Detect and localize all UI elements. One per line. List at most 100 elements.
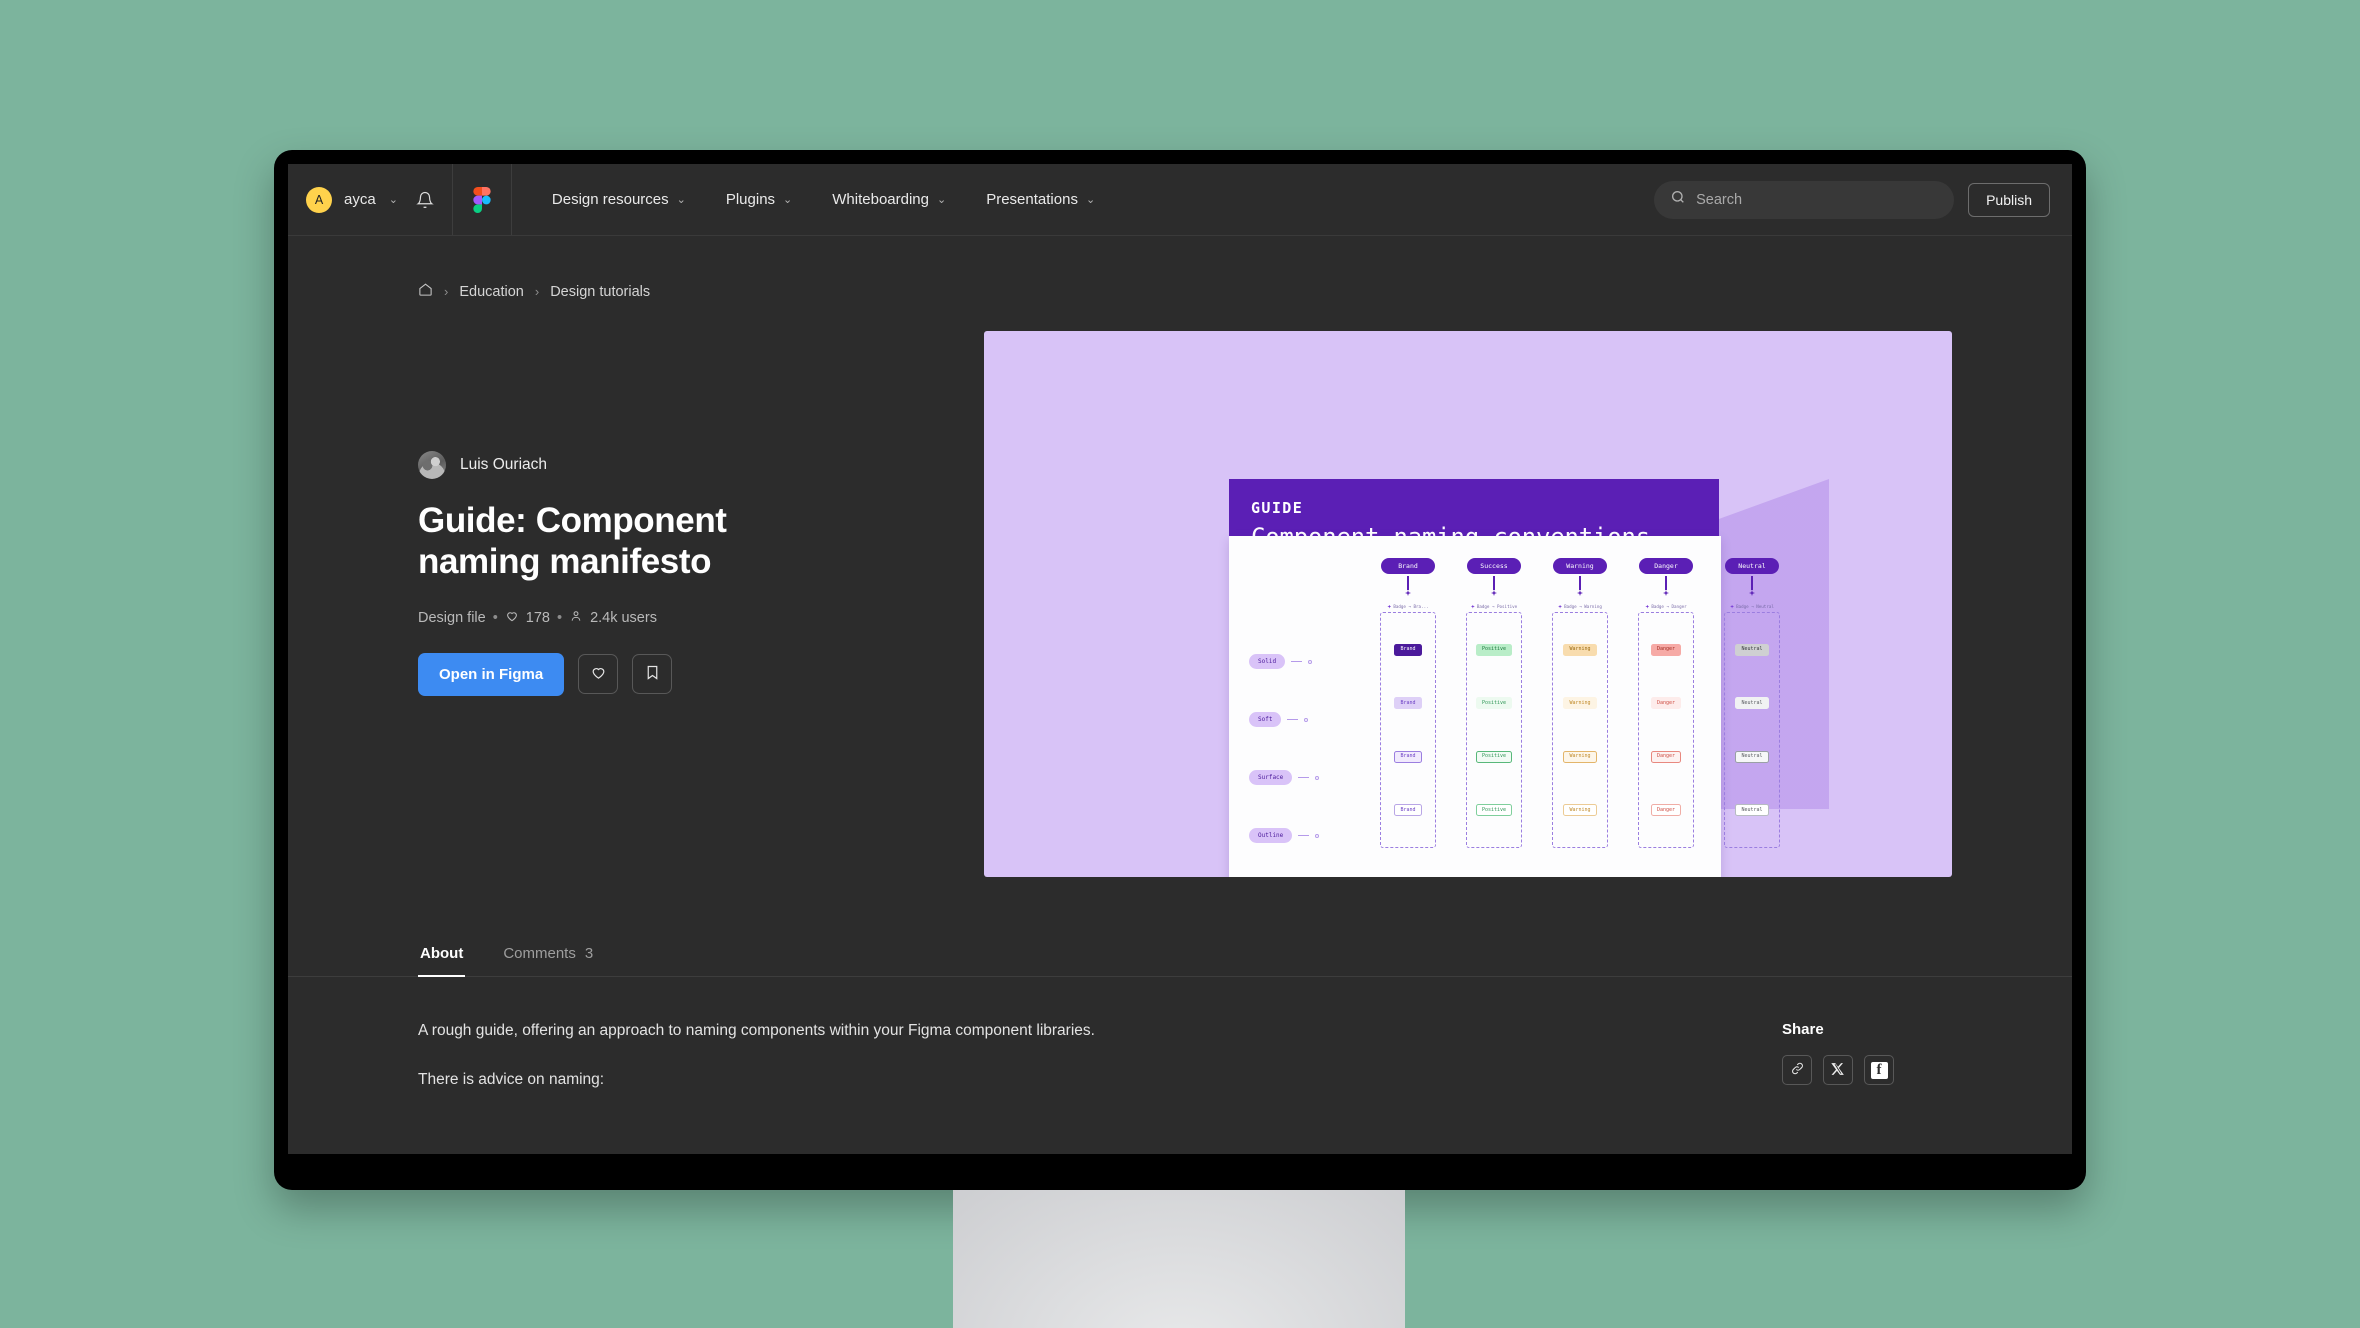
badge-chip: Positive [1475,750,1513,763]
open-in-figma-button[interactable]: Open in Figma [418,652,565,696]
publish-button[interactable]: Publish [1968,182,2050,217]
nav-item-presentations[interactable]: Presentations ⌄ [966,181,1115,218]
row-label-text: Surface [1249,770,1293,785]
connector-endpoint [1304,717,1309,722]
row-label: Soft [1249,712,1319,727]
nav-item-label: Presentations [986,191,1078,208]
bell-icon[interactable] [416,191,434,209]
home-icon[interactable] [418,282,433,301]
badge-chip: Brand [1394,643,1422,656]
connector-line [1665,576,1667,590]
nav-item-design-resources[interactable]: Design resources ⌄ [532,181,706,218]
screen: A ayca ⌄ Design resources ⌄ Plugins ⌄ Wh… [288,164,2072,1154]
tab-about[interactable]: About [418,933,466,977]
breadcrumb-item-education[interactable]: Education [459,284,524,300]
column-pill: Success [1467,558,1521,574]
about-paragraph: There is advice on naming: [418,1071,605,1089]
badge-chip: Danger [1650,804,1682,817]
search-placeholder: Search [1696,191,1743,208]
diagram-column: Warning Badge → Warning Warning Warning Warn… [1551,558,1609,848]
diagram-sheet: Solid Soft Surface Outline Brand Badge →… [1229,536,1780,877]
heart-icon [590,664,607,684]
naming-diagram: Solid Soft Surface Outline Brand Badge →… [1229,536,1780,877]
user-icon [569,609,583,627]
badge-chip: Warning [1563,643,1597,656]
diagram-column: Success Badge → Positive Positive Positive P… [1465,558,1523,848]
file-thumbnail[interactable]: GUIDE Component naming conventions Solid [984,331,1952,877]
top-navigation-bar: A ayca ⌄ Design resources ⌄ Plugins ⌄ Wh… [288,164,2072,236]
primary-nav-links: Design resources ⌄ Plugins ⌄ Whiteboardi… [532,181,1115,218]
badge-chip: Brand [1394,750,1422,763]
connector-node-icon [1405,590,1411,596]
diagram-column: Danger Badge → Danger Danger Danger Danger Da… [1637,558,1695,848]
search-icon [1670,189,1686,210]
monitor-frame: A ayca ⌄ Design resources ⌄ Plugins ⌄ Wh… [274,150,2086,1190]
nav-item-label: Design resources [551,191,669,208]
tab-label: About [420,945,464,962]
column-group-box: Neutral Neutral Neutral Neutral [1724,612,1780,848]
column-group-label: Badge → Warning [1558,604,1602,609]
tab-comments[interactable]: Comments 3 [501,933,595,977]
nav-item-whiteboarding[interactable]: Whiteboarding ⌄ [812,181,966,218]
author-avatar [418,451,446,479]
component-diamond-icon [1645,604,1650,609]
chevron-down-icon: ⌄ [1085,194,1096,206]
badge-chip: Neutral [1735,750,1769,763]
nav-item-label: Plugins [725,191,776,208]
column-group-label: Badge → Danger [1645,604,1687,609]
about-description: A rough guide, offering an approach to n… [418,1019,1318,1092]
connector-line [1291,661,1303,662]
connector-line [1579,576,1581,590]
meta-dot: • [492,609,498,626]
x-twitter-icon [1831,1062,1845,1079]
column-group-label-text: Badge → Positive [1476,604,1518,609]
copy-link-button[interactable] [1782,1055,1812,1085]
avatar: A [306,186,332,213]
facebook-icon: f [1870,1061,1888,1079]
save-bookmark-button[interactable] [632,654,673,695]
badge-chip: Neutral [1735,643,1769,656]
content-tabs: About Comments 3 [288,933,2072,977]
share-facebook-button[interactable]: f [1864,1055,1894,1085]
connector-node-icon [1577,590,1583,596]
row-label: Outline [1249,828,1320,843]
share-buttons: f [1782,1055,1952,1085]
badge-chip: Brand [1394,697,1422,710]
hero-section: Luis Ouriach Guide: Component naming man… [288,331,2072,877]
nav-item-label: Whiteboarding [832,191,929,208]
row-label: Surface [1249,770,1320,785]
chevron-down-icon: ⌄ [937,194,947,206]
tab-label: Comments [503,945,576,962]
badge-chip: Neutral [1735,804,1769,817]
breadcrumb-item-design-tutorials[interactable]: Design tutorials [550,284,650,300]
column-group-label: Badge → Positive [1470,604,1518,609]
column-pill: Warning [1553,558,1607,574]
bookmark-icon [644,664,661,684]
figma-logo-icon[interactable] [453,164,512,235]
hero-details: Luis Ouriach Guide: Component naming man… [418,331,848,696]
tab-count: 3 [584,945,594,962]
badge-chip: Warning [1563,697,1597,710]
badge-chip: Positive [1475,804,1513,817]
file-meta: Design file • 178 • 2.4k users [418,609,848,627]
share-x-button[interactable] [1823,1055,1853,1085]
breadcrumb-separator: › [444,284,449,299]
about-section: A rough guide, offering an approach to n… [288,977,2072,1092]
diagram-columns: Brand Badge → Bra... Brand Brand Brand Brand S… [1379,558,1781,848]
author-name: Luis Ouriach [460,456,548,473]
search-input[interactable]: Search [1654,180,1955,219]
link-icon [1790,1061,1805,1079]
row-label-text: Solid [1249,654,1286,669]
column-group-label-text: Badge → Bra... [1393,604,1429,609]
like-button[interactable] [578,654,619,695]
connector-line [1751,576,1753,590]
connector-endpoint [1308,659,1313,664]
badge-chip: Warning [1563,750,1597,763]
team-switcher[interactable]: A ayca ⌄ [288,164,453,235]
column-pill: Brand [1381,558,1435,574]
breadcrumb: › Education › Design tutorials [288,236,2072,301]
diagram-column: Neutral Badge → Neutral Neutral Neutral Neut… [1723,558,1781,848]
author[interactable]: Luis Ouriach [418,451,848,479]
share-panel: Share f [1782,1019,1952,1092]
nav-item-plugins[interactable]: Plugins ⌄ [706,181,812,218]
